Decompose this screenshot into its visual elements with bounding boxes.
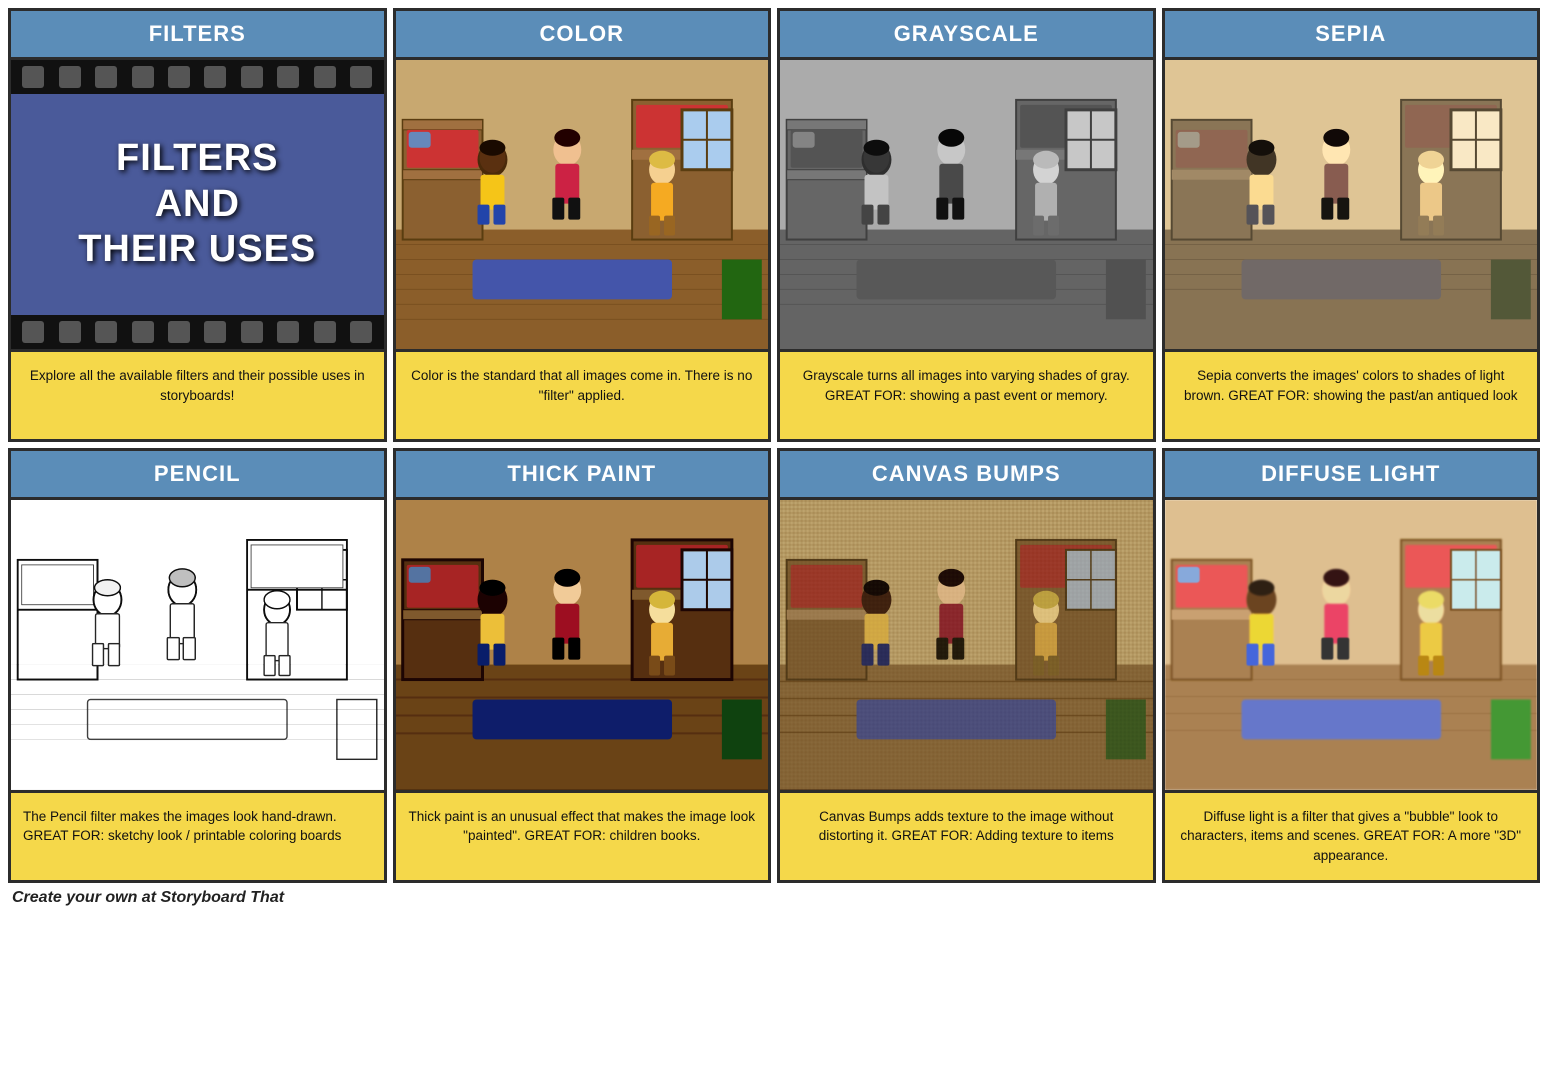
- film-strip-top: [11, 60, 384, 94]
- cell-pencil: PENCIL: [8, 448, 387, 882]
- film-hole: [204, 321, 226, 343]
- film-hole: [132, 66, 154, 88]
- film-hole: [22, 66, 44, 88]
- desc-sepia: Sepia converts the images' colors to sha…: [1165, 349, 1538, 439]
- film-hole: [277, 66, 299, 88]
- scene-pencil: [11, 500, 384, 789]
- desc-thickpaint: Thick paint is an unusual effect that ma…: [396, 790, 769, 880]
- row2-grid: PENCIL: [8, 448, 1540, 882]
- film-hole: [314, 321, 336, 343]
- desc-pencil: The Pencil filter makes the images look …: [11, 790, 384, 880]
- scene-grayscale: [780, 60, 1153, 349]
- row1-grid: FILTERS FILTERSANDTHEIR USES: [8, 8, 1540, 442]
- footer-text: Create your own at Storyboard That: [8, 889, 1540, 907]
- film-hole: [59, 66, 81, 88]
- scene-diffuse-svg: [1165, 500, 1538, 789]
- scene-color: [396, 60, 769, 349]
- image-grayscale: [780, 60, 1153, 349]
- scene-canvasbumps: [780, 500, 1153, 789]
- header-grayscale: GRAYSCALE: [780, 11, 1153, 60]
- scene-grayscale-svg: [780, 60, 1153, 349]
- film-hole: [59, 321, 81, 343]
- film-title-text: FILTERSANDTHEIR USES: [68, 126, 326, 283]
- scene-thickpaint-svg: [396, 500, 769, 789]
- cell-sepia: SEPIA: [1162, 8, 1541, 442]
- header-thickpaint: THICK PAINT: [396, 451, 769, 500]
- image-filters: FILTERSANDTHEIR USES: [11, 60, 384, 349]
- desc-grayscale: Grayscale turns all images into varying …: [780, 349, 1153, 439]
- film-hole: [277, 321, 299, 343]
- image-color: [396, 60, 769, 349]
- desc-color: Color is the standard that all images co…: [396, 349, 769, 439]
- scene-canvasbumps-svg: [780, 500, 1153, 789]
- film-hole: [95, 66, 117, 88]
- scene-sepia: [1165, 60, 1538, 349]
- header-canvasbumps: CANVAS BUMPS: [780, 451, 1153, 500]
- film-hole: [22, 321, 44, 343]
- cell-canvasbumps: CANVAS BUMPS: [777, 448, 1156, 882]
- header-pencil: PENCIL: [11, 451, 384, 500]
- cell-diffuse: DIFFUSE LIGHT: [1162, 448, 1541, 882]
- desc-filters: Explore all the available filters and th…: [11, 349, 384, 439]
- image-thickpaint: [396, 500, 769, 789]
- header-diffuse: DIFFUSE LIGHT: [1165, 451, 1538, 500]
- film-hole: [314, 66, 336, 88]
- image-pencil: [11, 500, 384, 789]
- film-hole: [241, 321, 263, 343]
- image-sepia: [1165, 60, 1538, 349]
- cell-grayscale: GRAYSCALE: [777, 8, 1156, 442]
- cell-color: COLOR: [393, 8, 772, 442]
- film-hole: [132, 321, 154, 343]
- desc-canvasbumps: Canvas Bumps adds texture to the image w…: [780, 790, 1153, 880]
- scene-thickpaint: [396, 500, 769, 789]
- scene-pencil-svg: [11, 500, 384, 789]
- film-hole: [350, 66, 372, 88]
- image-canvasbumps: [780, 500, 1153, 789]
- header-color: COLOR: [396, 11, 769, 60]
- film-hole: [168, 321, 190, 343]
- scene-sepia-svg: [1165, 60, 1538, 349]
- film-strip-bottom: [11, 315, 384, 349]
- header-filters: FILTERS: [11, 11, 384, 60]
- cell-thickpaint: THICK PAINT: [393, 448, 772, 882]
- image-diffuse: [1165, 500, 1538, 789]
- scene-diffuse: [1165, 500, 1538, 789]
- film-cell: FILTERSANDTHEIR USES: [11, 60, 384, 349]
- cell-filters: FILTERS FILTERSANDTHEIR USES: [8, 8, 387, 442]
- film-hole: [95, 321, 117, 343]
- film-hole: [204, 66, 226, 88]
- film-hole: [168, 66, 190, 88]
- header-sepia: SEPIA: [1165, 11, 1538, 60]
- scene-color-svg: [396, 60, 769, 349]
- desc-diffuse: Diffuse light is a filter that gives a "…: [1165, 790, 1538, 880]
- film-hole: [241, 66, 263, 88]
- film-hole: [350, 321, 372, 343]
